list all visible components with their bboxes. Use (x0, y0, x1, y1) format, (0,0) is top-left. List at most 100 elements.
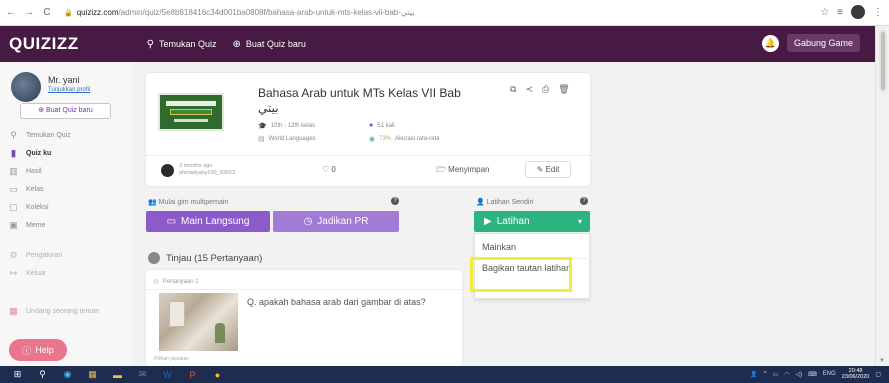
quiz-grade-label: 10th - 12th kelas (270, 123, 316, 129)
info-icon[interactable]: ? (580, 197, 588, 205)
pencil-icon: ✎ (536, 165, 544, 174)
clock-icon: ◷ (303, 216, 313, 227)
quiz-thumbnail (158, 93, 224, 131)
forward-button[interactable]: → (22, 7, 36, 18)
highlight-box (470, 257, 572, 292)
info-icon[interactable]: ? (391, 197, 399, 205)
question-image (159, 293, 238, 351)
back-button[interactable]: ← (4, 7, 18, 18)
join-game-button[interactable]: Gabung Game (787, 34, 861, 52)
users-icon: 👥 (148, 199, 157, 206)
scroll-down-arrow-icon[interactable]: ▼ (879, 358, 885, 364)
sidebar-item-my-quiz[interactable]: ▮ Quiz ku (8, 148, 51, 159)
nav-create-quiz[interactable]: ⊕ Buat Quiz baru (232, 39, 305, 50)
notification-icon[interactable]: ▢ (875, 371, 881, 378)
self-practice-section-label: 👤 Latihan Sendiri (476, 198, 533, 206)
keyboard-icon[interactable]: ⌨ (808, 371, 817, 378)
sidebar-item-collections[interactable]: ▢ Koleksi (8, 202, 48, 213)
self-practice-label-text: Latihan Sendiri (486, 199, 534, 206)
help-button[interactable]: ⓘ Help (9, 339, 67, 361)
search-icon: ⚲ (10, 130, 17, 140)
people-icon[interactable]: 👤 (750, 371, 757, 378)
store-app-icon[interactable]: ▦ (85, 368, 100, 381)
volume-icon[interactable]: ◁) (795, 371, 802, 378)
answer-choices-label: Pilihan jawaban (154, 356, 190, 362)
sidebar-item-settings[interactable]: ⚙ Pengaturan (8, 250, 62, 261)
windows-start-icon[interactable]: ⊞ (10, 368, 25, 381)
address-bar[interactable]: 🔒 quizizz.com /admin/quiz/5e8b618416c34d… (64, 8, 764, 17)
top-nav: ⚲ Temukan Quiz ⊕ Buat Quiz baru (147, 39, 306, 50)
homework-label: Jadikan PR (317, 216, 369, 227)
avatar[interactable] (11, 72, 41, 102)
battery-icon[interactable]: ▭ (773, 371, 779, 378)
print-icon[interactable]: ⎙ (542, 84, 549, 95)
like-button[interactable]: ♡ 0 (322, 165, 336, 174)
quiz-subject: ▤ World Languages (258, 135, 316, 143)
sidebar-item-label: Pengaturan (26, 252, 63, 259)
sidebar-item-label: Hasil (26, 168, 42, 175)
creator-username[interactable]: ahmadyany100_93653 (179, 170, 235, 177)
share-icon[interactable]: ≺ (525, 84, 533, 95)
sidebar-item-classes[interactable]: ▭ Kelas (8, 184, 44, 195)
sidebar-item-logout[interactable]: ↦ Keluar (8, 268, 47, 279)
scrollbar-thumb[interactable] (879, 30, 887, 92)
create-quiz-button[interactable]: ⊕ Buat Quiz baru (20, 103, 111, 119)
user-icon: 👤 (476, 199, 485, 206)
bookmark-star-icon[interactable]: ☆ (820, 7, 829, 18)
logout-icon: ↦ (9, 268, 18, 278)
sidebar-item-memes[interactable]: ▣ Meme (8, 220, 45, 231)
powerpoint-app-icon[interactable]: P (185, 368, 200, 381)
sidebar-item-results[interactable]: ▥ Hasil (8, 166, 42, 177)
nav-create-quiz-label: Buat Quiz baru (245, 39, 306, 49)
file-explorer-icon[interactable]: ▬ (110, 368, 125, 381)
image-icon: ▣ (9, 220, 18, 230)
quiz-accuracy-value: 73% (379, 136, 392, 142)
search-icon[interactable]: ⚲ (35, 368, 50, 381)
sidebar-item-label: Keluar (26, 270, 47, 277)
quiz-info-card: Bahasa Arab untuk MTs Kelas VII Bab بيتي… (146, 73, 590, 186)
clock[interactable]: 20:48 23/06/2020 (842, 368, 870, 380)
quiz-plays: ● 51 kali (369, 122, 395, 129)
sidebar-item-label: Temukan Quiz (26, 132, 71, 139)
browser-app-icon[interactable]: ◉ (60, 368, 75, 381)
wifi-icon[interactable]: ◠ (784, 371, 789, 378)
nav-find-quiz-label: Temukan Quiz (158, 39, 217, 49)
delete-icon[interactable]: 🗑 (558, 84, 569, 95)
show-profile-link[interactable]: Tunjukkan profil (48, 87, 90, 93)
duplicate-icon[interactable]: ⧉ (510, 84, 516, 95)
reload-button[interactable]: C (40, 7, 54, 18)
multiplayer-section-label: 👥 Mulai gim multipemain (148, 198, 228, 206)
app-header: QUIZIZZ ⚲ Temukan Quiz ⊕ Buat Quiz baru … (0, 26, 875, 62)
save-button[interactable]: 🗁 Menyimpan (436, 164, 490, 178)
gift-icon: ▦ (9, 306, 18, 316)
browser-menu-icon[interactable]: ⋮ (873, 7, 883, 18)
nav-find-quiz[interactable]: ⚲ Temukan Quiz (147, 39, 217, 50)
tray-chevron-icon[interactable]: ^ (764, 371, 767, 377)
live-game-button[interactable]: ▭ Main Langsung (146, 211, 270, 232)
menu-item-play[interactable]: Mainkan (482, 242, 516, 252)
assign-homework-button[interactable]: ◷ Jadikan PR (273, 211, 399, 232)
word-app-icon[interactable]: W (160, 368, 175, 381)
folder-icon: 🗁 (436, 165, 446, 174)
plus-circle-icon: ⊕ (232, 38, 241, 50)
edit-button[interactable]: ✎ Edit (525, 161, 571, 178)
quizizz-logo[interactable]: QUIZIZZ (9, 34, 79, 54)
chevron-down-icon[interactable]: ▾ (578, 217, 582, 226)
sidebar-item-label: Kelas (26, 186, 44, 193)
notification-bell-icon[interactable]: 🔔 (762, 35, 779, 52)
sidebar-item-label: Meme (26, 222, 46, 229)
language-indicator[interactable]: ENG (823, 371, 836, 377)
chrome-app-icon[interactable]: ● (210, 368, 225, 381)
sidebar-item-find-quiz[interactable]: ⚲ Temukan Quiz (8, 130, 71, 141)
practice-button[interactable]: ▶ Latihan ▾ (474, 211, 590, 232)
browser-profile-avatar[interactable] (851, 5, 865, 19)
extension-icon[interactable]: ≡ (837, 7, 843, 18)
question-circle-icon: ⓘ (22, 345, 32, 356)
search-icon: ⚲ (146, 38, 154, 50)
bar-chart-icon: ▥ (9, 166, 18, 176)
sidebar-item-invite[interactable]: ▦ Undang seorang teman (8, 306, 99, 317)
card-divider (146, 155, 590, 156)
page-scrollbar[interactable]: ▼ (875, 26, 889, 366)
mail-app-icon[interactable]: ✉ (135, 368, 150, 381)
creator-avatar[interactable] (161, 164, 174, 177)
